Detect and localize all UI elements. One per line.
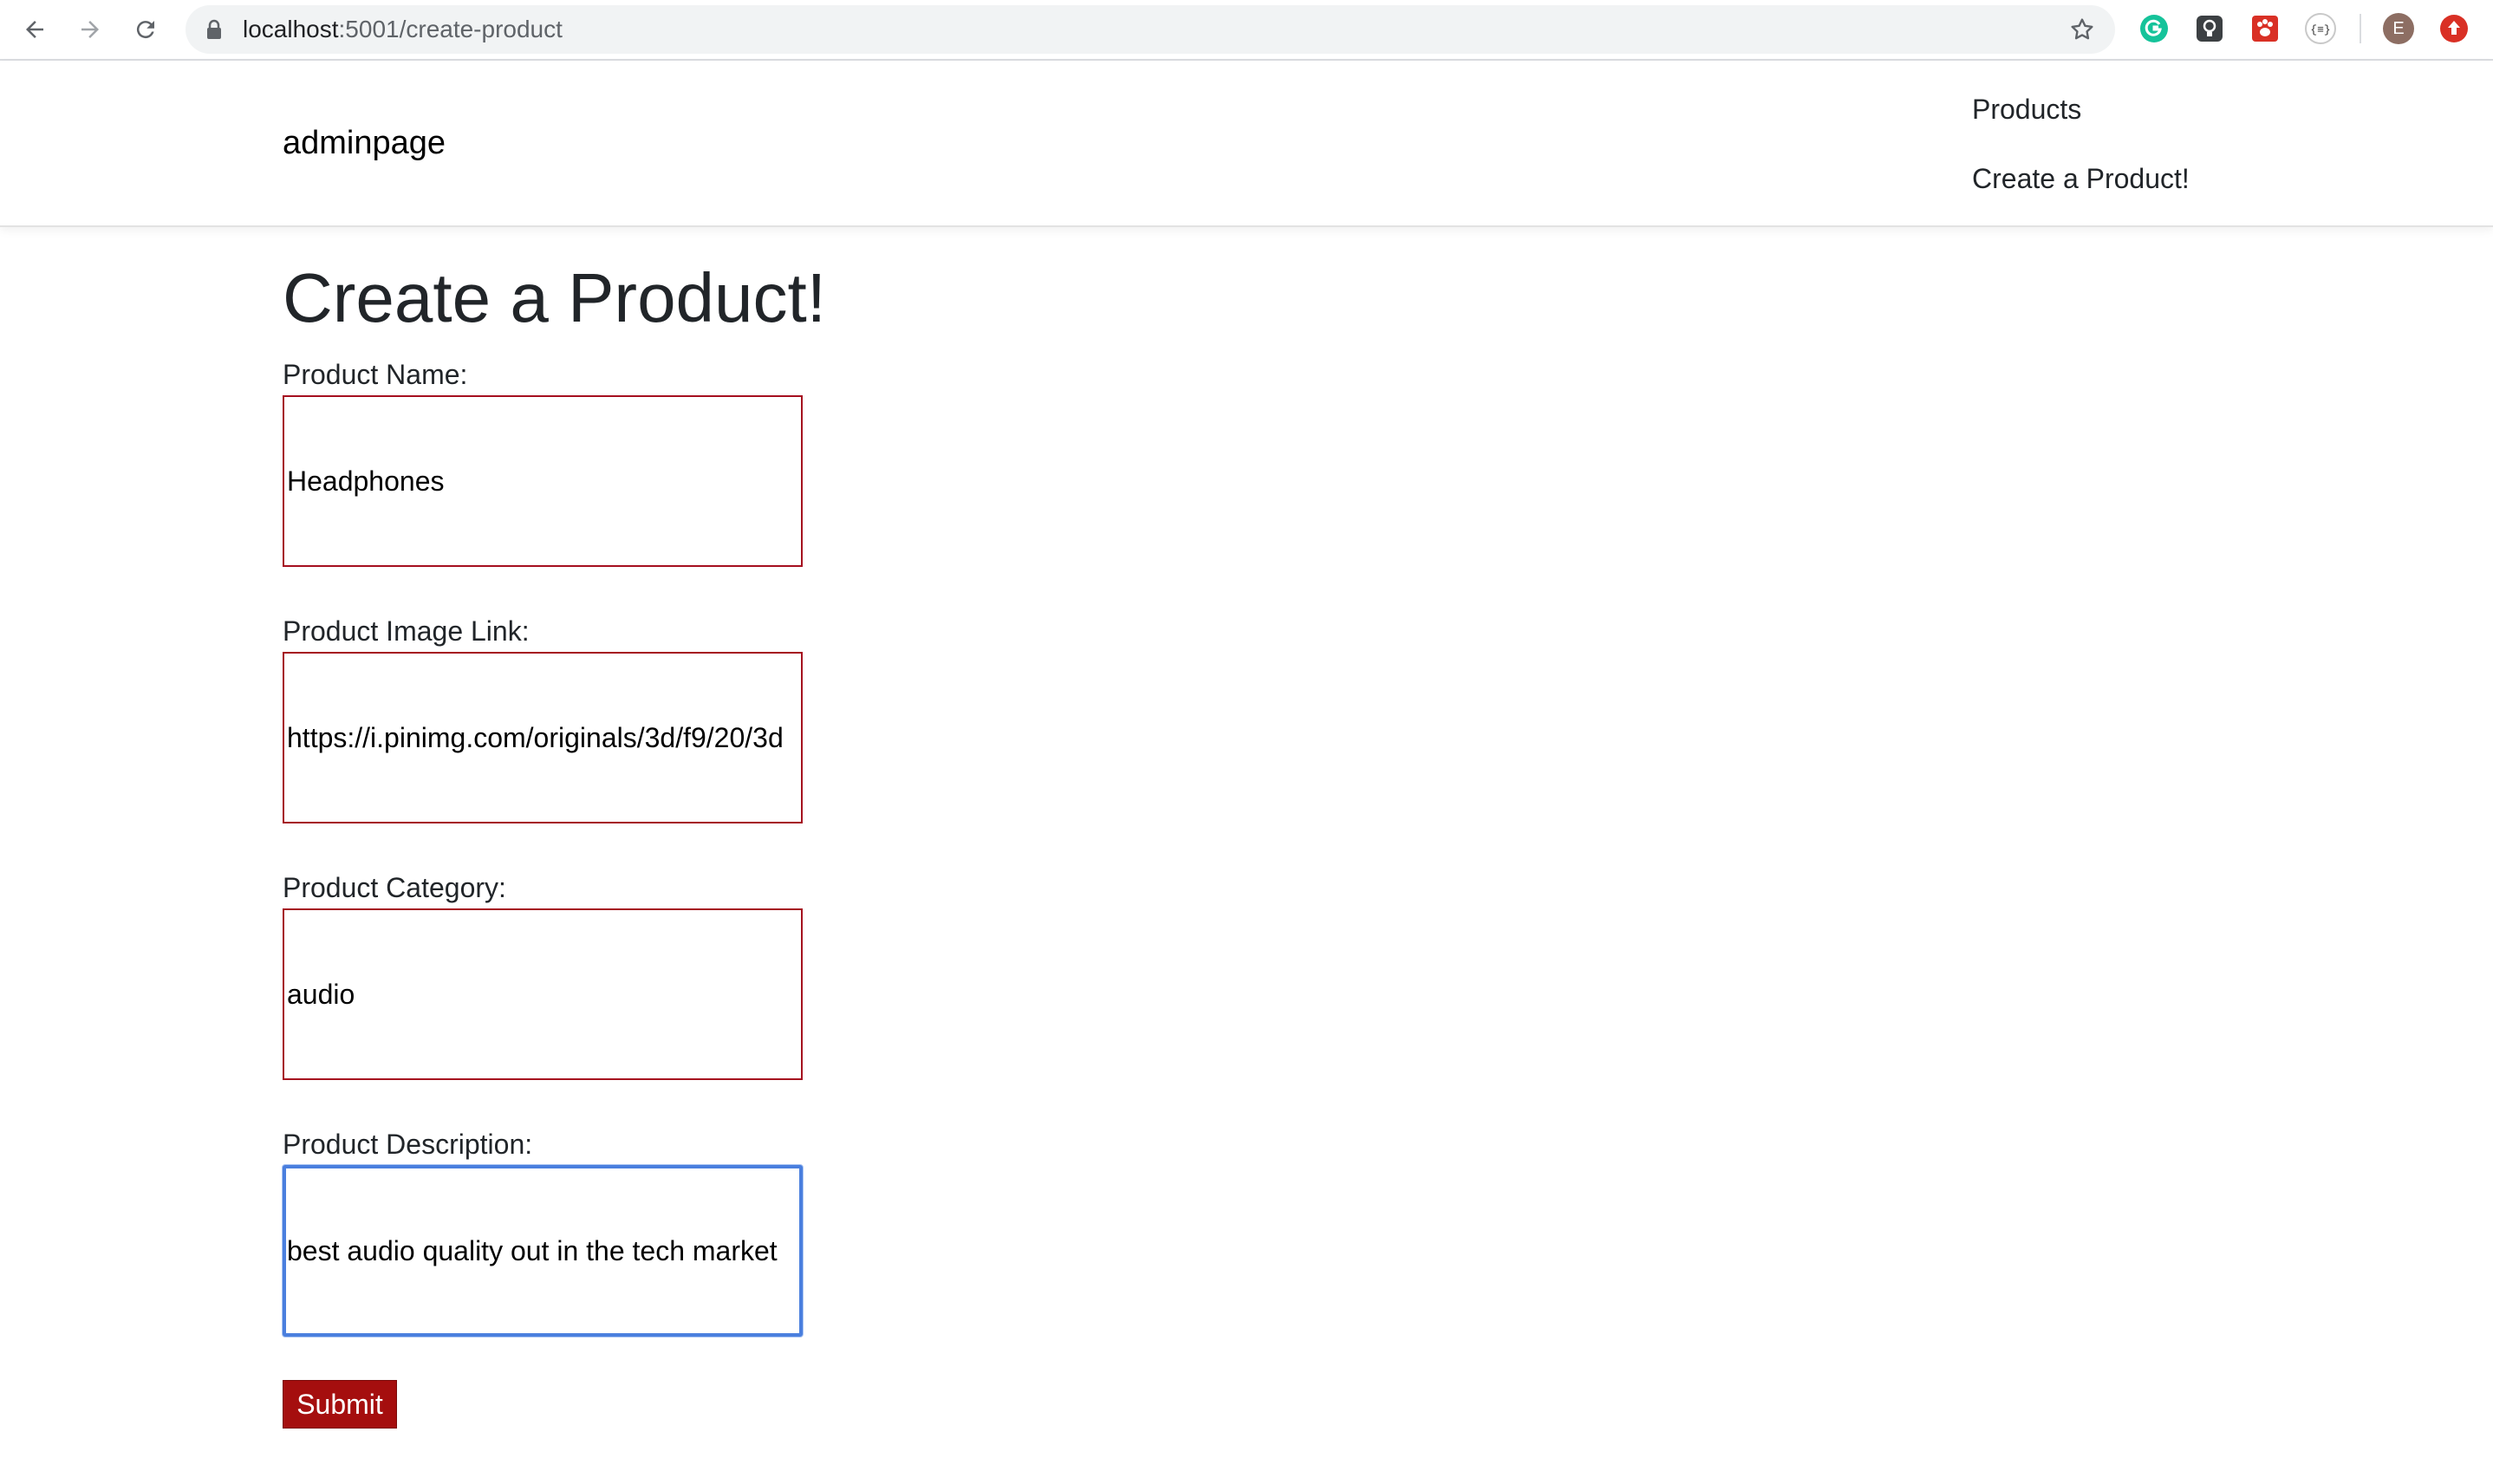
product-description-label: Product Description: [283, 1129, 533, 1160]
lightbulb-extension-icon[interactable] [2193, 12, 2226, 45]
submit-button[interactable]: Submit [283, 1380, 397, 1429]
nav-create-product-link[interactable]: Create a Product! [1972, 161, 2190, 196]
url-text: localhost:5001/create-product [243, 5, 563, 54]
profile-initial: E [2392, 19, 2405, 38]
product-description-input[interactable] [283, 1165, 803, 1337]
brand-logo[interactable]: adminpage [283, 121, 446, 165]
bookmark-star-icon[interactable] [2068, 16, 2096, 48]
product-category-label: Product Category: [283, 872, 506, 903]
arrow-left-icon [26, 21, 43, 38]
nav-products-link[interactable]: Products [1972, 92, 2081, 127]
arrow-right-icon [81, 21, 99, 38]
site-header: adminpage Products Create a Product! [0, 61, 2493, 227]
product-image-link-label: Product Image Link: [283, 615, 530, 647]
reload-icon [136, 21, 154, 39]
product-name-label: Product Name: [283, 359, 468, 390]
forward-button[interactable] [71, 10, 109, 49]
url-path: :5001/create-product [338, 16, 563, 42]
address-bar[interactable]: localhost:5001/create-product [186, 5, 2115, 54]
browser-toolbar: localhost:5001/create-product {≡} E [0, 0, 2493, 61]
update-icon[interactable] [2438, 12, 2470, 45]
svg-text:{≡}: {≡} [2310, 23, 2330, 36]
product-name-input[interactable] [283, 395, 803, 567]
product-category-input[interactable] [283, 908, 803, 1080]
grammarly-extension-icon[interactable] [2138, 12, 2171, 45]
json-extension-icon[interactable]: {≡} [2304, 12, 2337, 45]
lock-icon [205, 19, 224, 44]
page-title: Create a Product! [283, 259, 826, 336]
back-button[interactable] [16, 10, 54, 49]
toolbar-divider [2360, 14, 2361, 43]
reload-button[interactable] [127, 10, 165, 49]
url-host: localhost [243, 16, 339, 42]
product-image-link-input[interactable] [283, 652, 803, 823]
profile-avatar[interactable]: E [2382, 12, 2415, 45]
paw-extension-icon[interactable] [2249, 12, 2281, 45]
